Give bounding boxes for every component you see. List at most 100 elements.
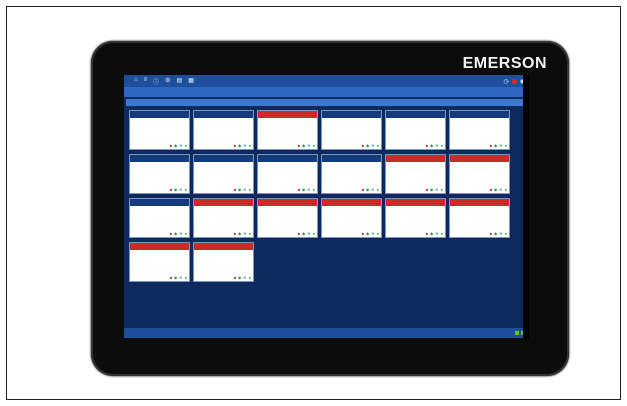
device-card-icons: ■ ◆ ❄ ● [452, 231, 507, 236]
cooling-icon: ❄ [371, 143, 375, 148]
device-card[interactable]: ■ ◆ ❄ ● [449, 154, 510, 194]
defrost-icon: ◆ [238, 143, 242, 148]
device-card-body: ■ ◆ ❄ ● [322, 118, 381, 149]
chart-icon[interactable]: ▤ [177, 77, 183, 86]
fan-icon: ● [376, 231, 379, 236]
alarm-status-icon: ■ [169, 231, 173, 236]
cooling-icon: ❄ [179, 187, 183, 192]
defrost-icon: ◆ [302, 231, 306, 236]
device-card-header [386, 111, 445, 118]
fan-icon: ● [184, 187, 187, 192]
cooling-icon: ❄ [179, 275, 183, 280]
device-card-icons: ■ ◆ ❄ ● [196, 187, 251, 192]
device-card[interactable]: ■ ◆ ❄ ● [129, 242, 190, 282]
fan-icon: ● [504, 231, 507, 236]
defrost-icon: ◆ [494, 143, 498, 148]
device-card-body: ■ ◆ ❄ ● [322, 162, 381, 193]
cooling-icon: ❄ [179, 143, 183, 148]
grid-icon[interactable]: ▦ [188, 77, 194, 86]
cooling-icon: ❄ [499, 231, 503, 236]
alarm-indicator-icon[interactable] [511, 78, 517, 84]
device-card[interactable]: ■ ◆ ❄ ● [257, 110, 318, 150]
alarm-status-icon: ■ [169, 143, 173, 148]
device-card-icons: ■ ◆ ❄ ● [388, 231, 443, 236]
alarm-status-icon: ■ [297, 187, 301, 192]
device-card-header [322, 199, 381, 206]
device-card-header [258, 199, 317, 206]
touch-screen[interactable]: ⌂ ≡ ⓘ ⚙ ▤ ▦ ◷ ◉ [124, 75, 529, 338]
fan-icon: ● [248, 143, 251, 148]
device-card-header [130, 111, 189, 118]
device-card[interactable]: ■ ◆ ❄ ● [129, 154, 190, 194]
defrost-icon: ◆ [174, 231, 178, 236]
device-card-icons: ■ ◆ ❄ ● [324, 187, 379, 192]
device-card-icons: ■ ◆ ❄ ● [260, 231, 315, 236]
device-card-body: ■ ◆ ❄ ● [386, 206, 445, 237]
device-card[interactable]: ■ ◆ ❄ ● [385, 154, 446, 194]
device-card-header [194, 243, 253, 250]
defrost-icon: ◆ [302, 187, 306, 192]
info-icon[interactable]: ⓘ [153, 77, 159, 86]
device-card[interactable]: ■ ◆ ❄ ● [193, 198, 254, 238]
device-card[interactable]: ■ ◆ ❄ ● [129, 110, 190, 150]
fan-icon: ● [248, 187, 251, 192]
group-header[interactable] [126, 99, 527, 106]
defrost-icon: ◆ [366, 231, 370, 236]
home-icon[interactable]: ⌂ [134, 77, 138, 86]
cooling-icon: ❄ [243, 143, 247, 148]
device-card[interactable]: ■ ◆ ❄ ● [193, 154, 254, 194]
device-card-body: ■ ◆ ❄ ● [386, 118, 445, 149]
defrost-icon: ◆ [174, 187, 178, 192]
device-card[interactable]: ■ ◆ ❄ ● [129, 198, 190, 238]
cooling-icon: ❄ [435, 231, 439, 236]
brand-logo: EMERSON [462, 55, 547, 72]
device-card-header [322, 155, 381, 162]
defrost-icon: ◆ [494, 231, 498, 236]
device-card-header [130, 199, 189, 206]
device-card[interactable]: ■ ◆ ❄ ● [385, 198, 446, 238]
device-card[interactable]: ■ ◆ ❄ ● [321, 198, 382, 238]
device-card-icons: ■ ◆ ❄ ● [132, 187, 187, 192]
cooling-icon: ❄ [179, 231, 183, 236]
device-card[interactable]: ■ ◆ ❄ ● [449, 198, 510, 238]
cooling-icon: ❄ [371, 187, 375, 192]
device-card-header [386, 155, 445, 162]
device-card-icons: ■ ◆ ❄ ● [260, 187, 315, 192]
device-card-body: ■ ◆ ❄ ● [258, 162, 317, 193]
device-card[interactable]: ■ ◆ ❄ ● [321, 110, 382, 150]
defrost-icon: ◆ [174, 143, 178, 148]
device-card-icons: ■ ◆ ❄ ● [452, 143, 507, 148]
alarm-status-icon: ■ [233, 275, 237, 280]
device-card[interactable]: ■ ◆ ❄ ● [449, 110, 510, 150]
fan-icon: ● [248, 231, 251, 236]
device-card-header [258, 155, 317, 162]
fan-icon: ● [184, 231, 187, 236]
device-card[interactable]: ■ ◆ ❄ ● [321, 154, 382, 194]
cooling-icon: ❄ [243, 275, 247, 280]
device-card[interactable]: ■ ◆ ❄ ● [385, 110, 446, 150]
device-card-header [450, 199, 509, 206]
alarm-status-icon: ■ [489, 143, 493, 148]
device-card-body: ■ ◆ ❄ ● [322, 206, 381, 237]
figure-frame: EMERSON ⌂ ≡ ⓘ ⚙ ▤ ▦ ◷ ◉ [6, 6, 621, 400]
device-card-icons: ■ ◆ ❄ ● [196, 231, 251, 236]
list-icon[interactable]: ≡ [144, 77, 148, 86]
alarm-status-icon: ■ [233, 143, 237, 148]
device-card[interactable]: ■ ◆ ❄ ● [257, 198, 318, 238]
device-card-header [258, 111, 317, 118]
alarm-status-icon: ■ [425, 231, 429, 236]
breadcrumb-bar [124, 87, 529, 97]
settings-icon[interactable]: ⚙ [165, 77, 170, 86]
device-card[interactable]: ■ ◆ ❄ ● [193, 242, 254, 282]
device-card[interactable]: ■ ◆ ❄ ● [257, 154, 318, 194]
device-card-grid: ■ ◆ ❄ ● ■ ◆ ❄ ● ■ ◆ ❄ ● ■ ◆ ❄ ● ■ ◆ ❄ ● ■ ◆ ❄ ● ■ ◆ ❄ ● ■ ◆ ❄ ● ■ ◆ ❄ ● ■ ◆ ❄ ●… [124, 108, 529, 284]
defrost-icon: ◆ [174, 275, 178, 280]
device-card[interactable]: ■ ◆ ❄ ● [193, 110, 254, 150]
fan-icon: ● [440, 231, 443, 236]
device-card-header [194, 155, 253, 162]
cooling-icon: ❄ [243, 231, 247, 236]
fan-icon: ● [376, 143, 379, 148]
alarm-status-icon: ■ [169, 187, 173, 192]
alarm-status-icon: ■ [233, 231, 237, 236]
defrost-icon: ◆ [302, 143, 306, 148]
